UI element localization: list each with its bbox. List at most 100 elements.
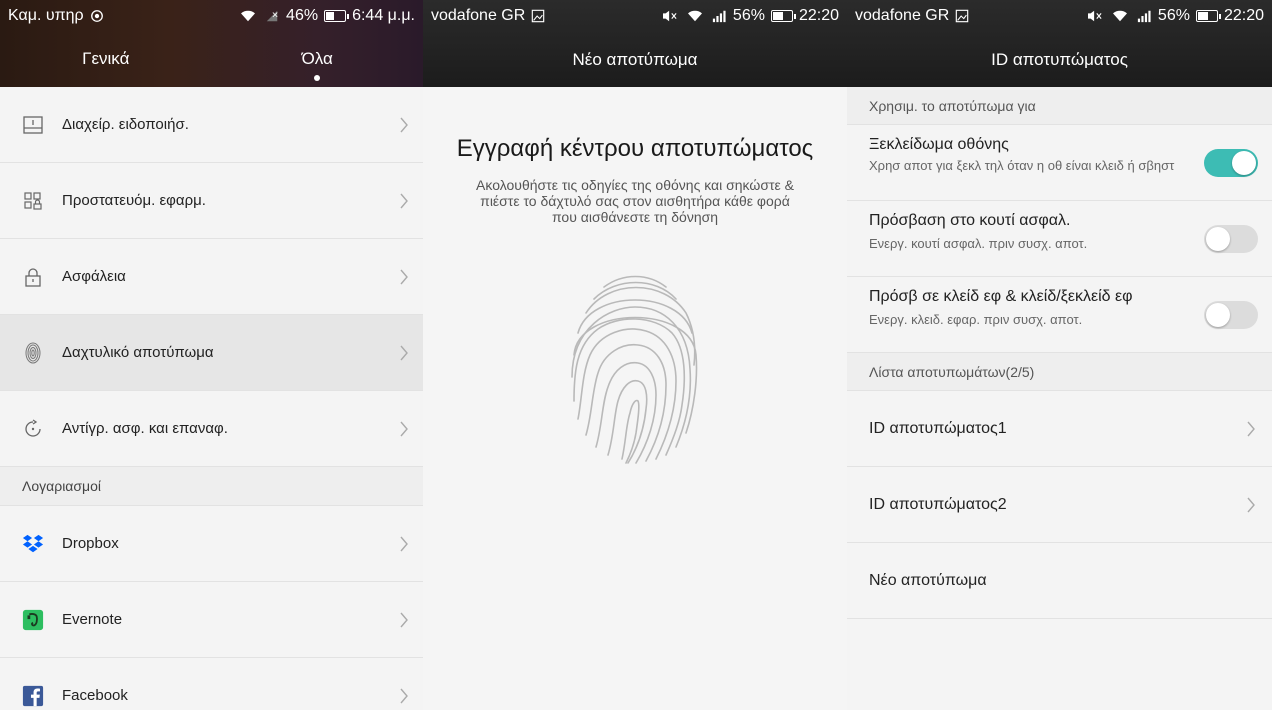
battery-fill [326,12,335,20]
chevron-right-icon [400,117,408,132]
fingerprint-list-header: Λίστα αποτυπωμάτων(2/5) [847,353,1272,391]
header: vodafone GR 56% 22:20 Νέο αποτύπωμα [423,0,847,87]
option-title: Πρόσβαση στο κουτί ασφαλ. [869,212,1071,229]
account-item-label: Evernote [62,611,123,628]
enroll-instructions: Ακολουθήστε τις οδηγίες της οθόνης και σ… [476,177,794,225]
settings-list: Διαχείρ. ειδοποιήσ. Προστατευόμ. εφαρμ. … [0,87,423,710]
fingerprint-item-label: ID αποτυπώματος1 [869,419,1007,437]
toggle-knob [1206,226,1230,251]
tab-all[interactable]: Όλα [212,49,424,81]
header: Καμ. υπηρ 46% 6:44 μ.μ. Γενικά Όλα [0,0,423,87]
android-notification-icon [90,10,103,22]
settings-item-protected-apps[interactable]: Προστατευόμ. εφαρμ. [0,163,423,239]
lock-icon [22,266,44,288]
facebook-icon [22,685,44,707]
app-lock-toggle[interactable] [1204,300,1258,329]
battery-icon [324,10,350,22]
clock: 22:20 [1223,7,1264,24]
carrier-label: vodafone GR [431,7,526,24]
option-screen-unlock[interactable]: Ξεκλείδωμα οθόνης Χρησ αποτ για ξεκλ τηλ… [847,125,1272,201]
status-bar: Καμ. υπηρ 46% 6:44 μ.μ. [0,0,423,32]
carrier-label: Καμ. υπηρ [8,7,84,24]
image-notification-icon [532,9,545,23]
signal-icon [1137,10,1151,23]
toggle-knob [1232,150,1256,175]
option-subtitle: Χρησ αποτ για ξεκλ τηλ όταν η οθ είναι κ… [869,158,1175,173]
settings-item-backup[interactable]: Αντίγρ. ασφ. και επαναφ. [0,391,423,467]
screen-title: ID αποτυπώματος [991,50,1128,69]
chevron-right-icon [400,269,408,284]
account-item-label: Dropbox [62,535,119,552]
fingerprint-icon [22,342,44,364]
chevron-right-icon [400,421,408,436]
battery-fill [772,12,783,20]
tab-bar: Γενικά Όλα [0,49,423,81]
signal-icon [712,10,726,23]
settings-item-label: Δαχτυλικό αποτύπωμα [62,344,214,361]
signal-icon [266,10,278,22]
carrier-label: vodafone GR [855,7,950,24]
settings-item-security[interactable]: Ασφάλεια [0,239,423,315]
evernote-icon [22,609,44,631]
chevron-right-icon [1247,497,1255,513]
battery-percent: 46% [286,7,319,24]
battery-percent: 56% [732,7,765,24]
wifi-icon [241,10,256,22]
account-item-evernote[interactable]: Evernote [0,582,423,658]
settings-item-label: Αντίγρ. ασφ. και επαναφ. [62,420,228,437]
chevron-right-icon [400,688,408,703]
option-title: Πρόσβ σε κλείδ εφ & κλείδ/ξεκλείδ εφ [869,288,1133,305]
toggle-knob [1206,302,1230,327]
enroll-heading: Εγγραφή κέντρου αποτυπώματος [456,135,814,162]
wifi-icon [687,10,702,22]
clock: 22:20 [798,7,839,24]
battery-fill [1197,12,1208,20]
settings-item-fingerprint[interactable]: Δαχτυλικό αποτύπωμα [0,315,423,391]
safe-access-toggle[interactable] [1204,224,1258,253]
tab-general-label: Γενικά [82,49,130,68]
option-app-lock[interactable]: Πρόσβ σε κλείδ εφ & κλείδ/ξεκλείδ εφ Ενε… [847,277,1272,353]
settings-item-label: Προστατευόμ. εφαρμ. [62,192,206,209]
account-item-facebook[interactable]: Facebook [0,658,423,710]
clock: 6:44 μ.μ. [352,7,415,24]
account-item-label: Facebook [62,687,128,704]
battery-percent: 56% [1157,7,1190,24]
fingerprint-item-1[interactable]: ID αποτυπώματος1 [847,391,1272,467]
account-item-dropbox[interactable]: Dropbox [0,506,423,582]
tab-all-label: Όλα [301,49,333,68]
dropbox-icon [22,533,44,555]
active-tab-indicator [314,75,321,81]
chevron-right-icon [400,536,408,551]
settings-item-notifications[interactable]: Διαχείρ. ειδοποιήσ. [0,87,423,163]
wifi-icon [1112,10,1127,22]
fingerprint-item-2[interactable]: ID αποτυπώματος2 [847,467,1272,543]
option-title: Ξεκλείδωμα οθόνης [869,136,1009,153]
chevron-right-icon [400,612,408,627]
new-fingerprint-label: Νέο αποτύπωμα [869,571,987,589]
settings-screen: Καμ. υπηρ 46% 6:44 μ.μ. Γενικά Όλα Διαχε… [0,0,423,710]
battery-icon [1195,10,1221,22]
chevron-right-icon [1247,421,1255,437]
tab-general[interactable]: Γενικά [0,49,212,81]
fingerprint-icon [571,275,698,464]
screen-unlock-toggle[interactable] [1204,148,1258,177]
new-fingerprint-button[interactable]: Νέο αποτύπωμα [847,543,1272,619]
fingerprint-id-screen: vodafone GR 56% 22:20 ID αποτυπώματος Χρ… [847,0,1272,710]
backup-restore-icon [22,418,44,440]
image-notification-icon [956,9,969,23]
use-fingerprint-section-header: Χρησιμ. το αποτύπωμα για [847,87,1272,125]
mute-icon [662,10,677,22]
notification-panel-icon [22,114,44,136]
accounts-section-header: Λογαριασμοί [0,467,423,506]
header: vodafone GR 56% 22:20 ID αποτυπώματος [847,0,1272,87]
chevron-right-icon [400,345,408,360]
screen-title: Νέο αποτύπωμα [572,50,698,69]
option-subtitle: Ενεργ. κουτί ασφαλ. πριν συσχ. αποτ. [869,236,1088,251]
settings-item-label: Ασφάλεια [62,268,126,285]
chevron-right-icon [400,193,408,208]
battery-icon [770,10,796,22]
new-fingerprint-screen: vodafone GR 56% 22:20 Νέο αποτύπωμα Εγγρ… [423,0,847,710]
option-subtitle: Ενεργ. κλειδ. εφαρ. πριν συσχ. αποτ. [869,312,1083,327]
option-safe-access[interactable]: Πρόσβαση στο κουτί ασφαλ. Ενεργ. κουτί α… [847,201,1272,277]
protected-apps-icon [22,190,44,212]
